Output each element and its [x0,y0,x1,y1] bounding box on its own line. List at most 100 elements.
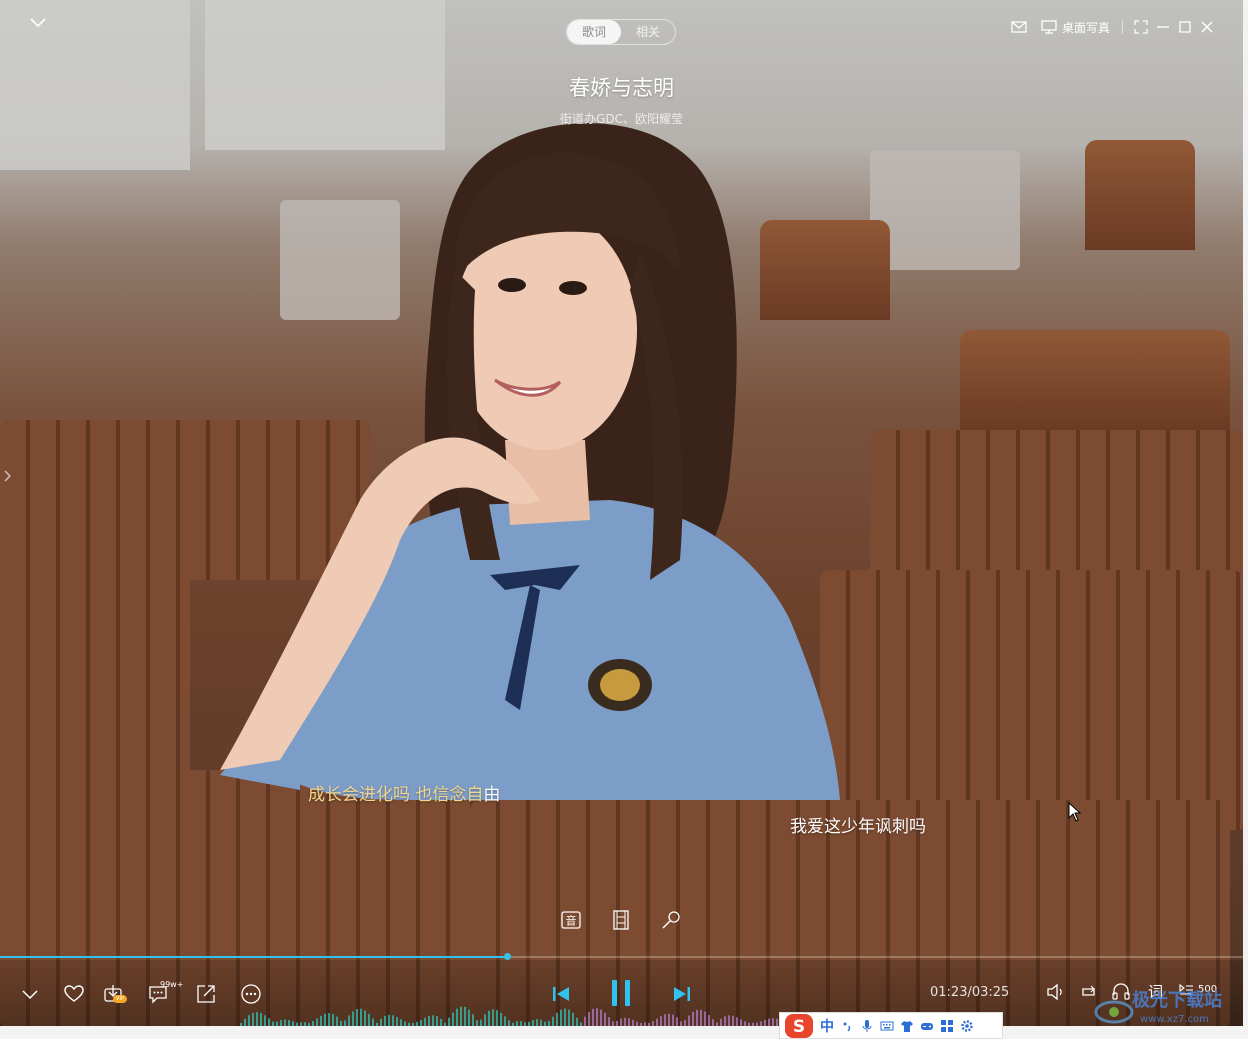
waveform-bar [396,1016,398,1026]
waveform-bar [672,1014,674,1026]
waveform-bar [332,1013,334,1026]
waveform-bar [568,1009,570,1026]
karaoke-mic-icon[interactable] [660,909,682,931]
monitor-icon [1041,20,1057,34]
waveform-bar [676,1017,678,1026]
microphone-icon[interactable] [860,1019,874,1033]
waveform-bar [492,1009,494,1026]
watermark-title: 极光下载站 [1132,990,1222,1011]
audio-mode-icon[interactable]: 音 [560,909,582,931]
waveform-bar [500,1012,502,1026]
lyrics-related-tabs: 歌词 相关 [566,19,676,45]
waveform-bar [440,1019,442,1026]
waveform-bar [268,1018,270,1026]
sogou-logo-icon[interactable]: S [784,1013,814,1039]
waveform-bar [596,1008,598,1026]
video-mode-icon[interactable] [610,909,632,931]
punctuation-icon[interactable] [840,1019,854,1033]
waveform-bar [484,1014,486,1026]
fullscreen-icon[interactable] [1132,18,1150,36]
ime-mode-label[interactable]: 中 [820,1016,834,1036]
divider [1122,20,1123,34]
waveform-bar [776,1018,778,1026]
waveform-bar [572,1012,574,1026]
waveform-bar [472,1014,474,1026]
view-mode-icons: 音 [560,909,682,931]
waveform-bar [348,1015,350,1026]
close-icon[interactable] [1198,18,1216,36]
waveform-bar [468,1009,470,1026]
waveform-bar [576,1017,578,1026]
waveform-bar [708,1014,710,1026]
waveform-bar [656,1018,658,1026]
waveform-bar [252,1012,254,1026]
tab-related[interactable]: 相关 [621,20,675,44]
song-artist[interactable]: 街道办GDC、欧阳耀莹 [0,110,1243,127]
waveform-bar [364,1010,366,1026]
waveform-bar [264,1015,266,1026]
waveform-bar [504,1016,506,1026]
waveform-bar [284,1019,286,1026]
waveform-bar [560,1009,562,1026]
waveform-bar [556,1012,558,1026]
collapse-player-icon[interactable] [28,14,48,30]
waveform-bar [372,1018,374,1026]
mail-icon[interactable] [1010,18,1028,36]
more-options-icon[interactable] [240,983,262,1005]
waveform-bar [448,1017,450,1026]
pause-icon[interactable] [606,976,636,1010]
skin-shirt-icon[interactable] [900,1019,914,1033]
tab-lyrics[interactable]: 歌词 [567,20,621,44]
waveform-bar [380,1018,382,1026]
share-icon[interactable] [195,983,217,1005]
waveform-bar [260,1013,262,1026]
waveform-bar [728,1015,730,1026]
waveform-bar [256,1012,258,1026]
maximize-icon[interactable] [1176,18,1194,36]
waveform-bar [356,1009,358,1026]
waveform-bar [316,1018,318,1026]
favorite-heart-icon[interactable] [63,983,85,1005]
desktop-photo-label: 桌面写真 [1062,20,1111,35]
waveform-bar [536,1019,538,1026]
waveform-bar [496,1010,498,1026]
waveform-bar [392,1015,394,1026]
waveform-bar [700,1009,702,1026]
next-lyric-line: 我爱这少年讽刺吗 [790,817,926,837]
waveform-bar [696,1009,698,1026]
minimize-icon[interactable] [1154,18,1172,36]
game-controller-icon[interactable] [920,1019,934,1033]
ime-toolbar: S 中 [779,1012,1003,1039]
waveform-bar [736,1017,738,1026]
taskbar-edge [0,1026,1248,1039]
current-lyric-line: 成长会进化吗 也信念自由 [308,780,500,805]
lyric-sung-part: 成长会进化吗 也信念自 [308,785,484,805]
waveform-bar [712,1019,714,1026]
watermark-url: www.xz7.com [1140,1014,1209,1025]
toolbox-grid-icon[interactable] [940,1019,954,1033]
previous-track-icon[interactable] [549,982,573,1006]
waveform-bar [328,1013,330,1026]
volume-icon[interactable] [1044,981,1066,1003]
waveform-bar [724,1016,726,1026]
next-track-icon[interactable] [670,982,694,1006]
keyboard-icon[interactable] [880,1019,894,1033]
waveform-bar [384,1015,386,1026]
waveform-bar [388,1014,390,1026]
waveform-bar [336,1016,338,1026]
waveform-bar [464,1006,466,1026]
settings-gear-icon[interactable] [960,1019,974,1033]
waveform-bar [244,1018,246,1026]
desktop-photo-button[interactable]: 桌面写真 [1040,18,1110,36]
collapse-chevron-down-icon[interactable] [19,983,41,1005]
expand-sidebar-chevron-icon[interactable] [3,468,13,484]
waveform-bar [624,1017,626,1026]
waveform-bar [768,1018,770,1026]
lyric-unsung-part: 由 [483,785,501,805]
waveform-bar [628,1018,630,1026]
progress-handle[interactable] [504,953,511,960]
waveform-bar [592,1008,594,1026]
waveform-bar [720,1018,722,1026]
waveform-bar [552,1016,554,1026]
waveform-bar [600,1009,602,1026]
